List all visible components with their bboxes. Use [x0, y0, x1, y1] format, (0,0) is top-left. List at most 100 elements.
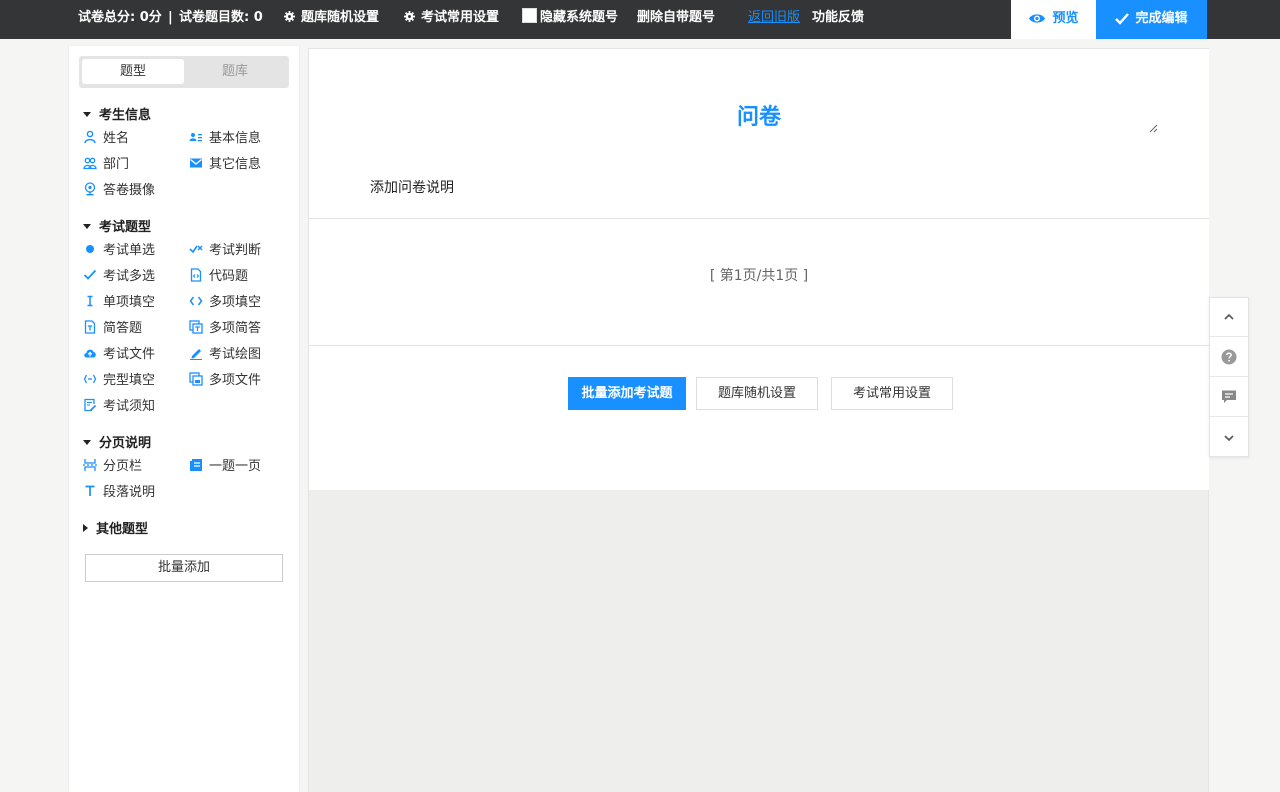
separator: | [168, 10, 173, 25]
item-other-info[interactable]: 其它信息 [189, 156, 261, 174]
feedback-link[interactable]: 功能反馈 [812, 0, 864, 36]
item-camera[interactable]: 答卷摄像 [83, 182, 155, 200]
floating-toolbar [1209, 297, 1249, 457]
group-exam-types[interactable]: 考试题型 [83, 216, 151, 235]
webcam-icon [84, 182, 96, 196]
comment-button[interactable] [1210, 378, 1248, 417]
group-pagination[interactable]: 分页说明 [83, 432, 151, 451]
common-settings-action-button[interactable]: 考试常用设置 [831, 377, 953, 410]
survey-description[interactable]: 添加问卷说明 [370, 177, 454, 197]
item-multi-short-answer[interactable]: 多项简答 [189, 320, 261, 338]
scroll-down-button[interactable] [1210, 418, 1248, 457]
caret-down-icon [83, 112, 91, 117]
item-label: 单项填空 [103, 295, 156, 310]
tab-question-bank[interactable]: 题库 [184, 59, 286, 84]
caret-down-icon [83, 224, 91, 229]
item-exam-file[interactable]: 考试文件 [83, 346, 155, 364]
item-label: 一题一页 [209, 459, 262, 474]
item-department[interactable]: 部门 [83, 156, 129, 174]
group-users-icon [83, 157, 97, 170]
mail-icon [190, 158, 202, 168]
group-title: 考生信息 [99, 108, 152, 123]
item-cloze[interactable]: 完型填空 [83, 372, 155, 390]
hide-numbers-toggle[interactable]: 隐藏系统题号 [522, 0, 618, 36]
cloze-brackets-icon [83, 374, 97, 384]
item-true-false[interactable]: 考试判断 [189, 242, 261, 260]
item-label: 段落说明 [103, 485, 156, 500]
caret-right-icon [83, 524, 88, 532]
survey-title[interactable]: 问卷 [309, 99, 1209, 131]
item-one-per-page[interactable]: 一题一页 [189, 458, 261, 476]
item-exam-notice[interactable]: 考试须知 [83, 398, 155, 416]
question-count: 试卷题目数: 0 [179, 10, 263, 25]
item-multi-choice[interactable]: 考试多选 [83, 268, 155, 286]
item-single-choice[interactable]: 考试单选 [83, 242, 155, 260]
copy-text-icon [189, 320, 203, 334]
delete-numbers-button[interactable]: 删除自带题号 [637, 0, 715, 36]
item-label: 简答题 [103, 321, 143, 336]
total-score: 试卷总分: 0分 [78, 10, 162, 25]
notice-edit-icon [84, 398, 97, 412]
divider [309, 218, 1209, 219]
item-label: 考试文件 [103, 347, 156, 362]
scroll-up-button[interactable] [1210, 298, 1248, 337]
tab-question-types[interactable]: 题型 [82, 59, 184, 84]
item-label: 考试须知 [103, 399, 156, 414]
item-short-answer[interactable]: 简答题 [83, 320, 142, 338]
question-type-sidebar: 题型 题库 考生信息 姓名 基本信息 部门 其它信息 答卷摄像 考试题型 考试单… [69, 46, 299, 792]
resize-handle-icon[interactable] [1148, 123, 1158, 133]
group-title: 分页说明 [99, 436, 152, 451]
group-title: 其他题型 [96, 522, 149, 537]
check-icon [1115, 13, 1130, 25]
check-cross-icon [189, 245, 203, 254]
item-multi-fill[interactable]: 多项填空 [189, 294, 261, 312]
comment-icon [1222, 390, 1236, 403]
item-label: 多项简答 [209, 321, 262, 336]
group-other-types[interactable]: 其他题型 [83, 518, 148, 537]
item-label: 部门 [103, 157, 130, 172]
done-editing-button[interactable]: 完成编辑 [1096, 0, 1207, 39]
back-old-version-link[interactable]: 返回旧版 [748, 0, 800, 36]
survey-paper: 问卷 添加问卷说明 [ 第1页/共1页 ] 批量添加考试题 题库随机设置 考试常… [309, 49, 1209, 490]
batch-add-questions-button[interactable]: 批量添加考试题 [568, 377, 686, 410]
item-label: 其它信息 [209, 157, 262, 172]
sidebar-tabs: 题型 题库 [79, 56, 289, 88]
item-code-question[interactable]: 代码题 [189, 268, 248, 286]
common-settings-label: 考试常用设置 [421, 10, 500, 25]
chevron-down-icon [1224, 434, 1234, 441]
item-label: 基本信息 [209, 131, 262, 146]
person-icon [84, 130, 96, 144]
random-settings-action-button[interactable]: 题库随机设置 [696, 377, 818, 410]
cloud-upload-icon [84, 349, 96, 358]
caret-down-icon [83, 440, 91, 445]
gear-icon [404, 11, 415, 22]
random-settings-button[interactable]: 题库随机设置 [284, 0, 379, 36]
group-title: 考试题型 [99, 220, 152, 235]
done-editing-label: 完成编辑 [1135, 11, 1188, 26]
multi-file-icon [189, 372, 203, 386]
batch-add-button[interactable]: 批量添加 [85, 554, 283, 582]
item-drawing[interactable]: 考试绘图 [189, 346, 261, 364]
item-label: 答卷摄像 [103, 183, 156, 198]
group-candidate-info[interactable]: 考生信息 [83, 104, 151, 123]
top-toolbar: 试卷总分: 0分 | 试卷题目数: 0 题库随机设置 考试常用设置 隐藏系统题号… [0, 0, 1280, 39]
item-label: 考试判断 [209, 243, 262, 258]
page-indicator: [ 第1页/共1页 ] [709, 268, 809, 284]
item-paragraph[interactable]: 段落说明 [83, 484, 155, 502]
item-name[interactable]: 姓名 [83, 130, 129, 148]
item-single-fill[interactable]: 单项填空 [83, 294, 155, 312]
common-settings-button[interactable]: 考试常用设置 [404, 0, 499, 36]
help-button[interactable] [1210, 338, 1248, 377]
editor-area: 问卷 添加问卷说明 [ 第1页/共1页 ] 批量添加考试题 题库随机设置 考试常… [308, 48, 1209, 792]
hide-numbers-label: 隐藏系统题号 [540, 10, 619, 25]
hide-numbers-checkbox[interactable] [522, 8, 537, 23]
one-page-icon [190, 459, 202, 471]
preview-button[interactable]: 预览 [1011, 0, 1096, 39]
gear-icon [284, 11, 295, 22]
text-file-icon [84, 320, 96, 334]
item-page-break[interactable]: 分页栏 [83, 458, 142, 476]
item-basic-info[interactable]: 基本信息 [189, 130, 261, 148]
chevron-up-icon [1224, 313, 1234, 320]
item-multi-file[interactable]: 多项文件 [189, 372, 261, 390]
item-label: 考试绘图 [209, 347, 262, 362]
